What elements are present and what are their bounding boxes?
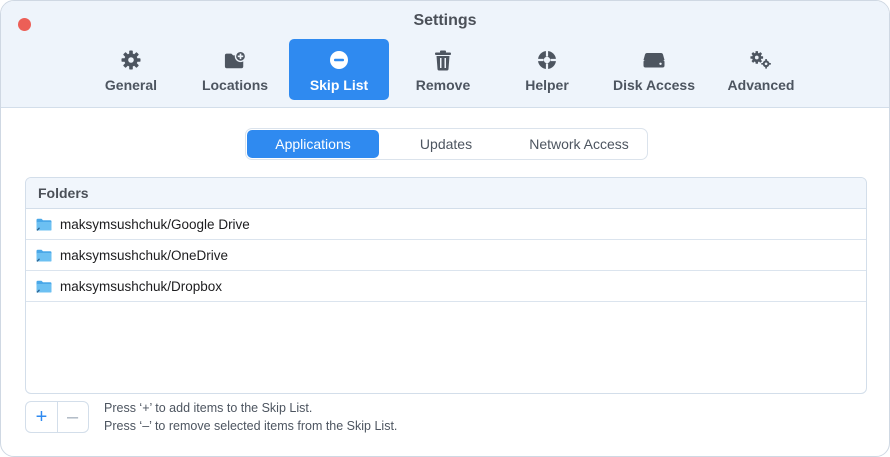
folder-add-icon [224,49,246,71]
table-row[interactable]: maksymsushchuk/OneDrive [26,240,866,271]
folder-icon [36,218,52,231]
toolbar-item-skip-list[interactable]: Skip List [289,39,389,100]
table-row[interactable]: maksymsushchuk/Google Drive [26,209,866,240]
folders-column-header: Folders [26,178,866,209]
gear-icon [120,49,142,71]
toolbar-item-label: Skip List [309,77,369,93]
toolbar-item-advanced[interactable]: Advanced [711,39,811,100]
folder-path: maksymsushchuk/Google Drive [60,216,250,232]
titlebar: Settings General Locations Skip List Rem… [1,1,889,108]
toolbar-item-remove[interactable]: Remove [393,39,493,100]
toolbar-item-label: Remove [415,77,471,93]
add-remove-buttons: + – [25,401,89,433]
settings-window: Settings General Locations Skip List Rem… [0,0,890,457]
table-row[interactable]: maksymsushchuk/Dropbox [26,271,866,302]
toolbar-item-locations[interactable]: Locations [185,39,285,100]
remove-item-button[interactable]: – [57,402,88,432]
skip-list-tabs: Applications Updates Network Access [245,128,648,160]
remove-hint-text: Press ‘–’ to remove selected items from … [104,419,398,433]
trash-icon [432,49,454,71]
folder-icon [36,280,52,293]
toolbar-item-label: Locations [201,77,269,93]
tab-network-access[interactable]: Network Access [513,130,645,158]
toolbar-item-label: Helper [525,77,569,93]
toolbar-item-helper[interactable]: Helper [497,39,597,100]
folder-path: maksymsushchuk/Dropbox [60,278,223,294]
toolbar-item-label: Disk Access [613,77,695,93]
folder-path: maksymsushchuk/OneDrive [60,247,229,263]
disk-icon [643,49,665,71]
tab-updates[interactable]: Updates [381,130,511,158]
toolbar-item-general[interactable]: General [81,39,181,100]
window-title: Settings [413,12,477,29]
minus-circle-icon [328,49,350,71]
gears-icon [750,49,772,71]
folders-table: Folders maksymsushchuk/Google Drive maks… [25,177,867,394]
helper-icon [536,49,558,71]
folder-icon [36,249,52,262]
toolbar-item-disk-access[interactable]: Disk Access [603,39,705,100]
settings-toolbar: General Locations Skip List Remove Helpe… [1,39,889,101]
toolbar-item-label: General [104,77,158,93]
add-hint-text: Press ‘+’ to add items to the Skip List. [104,401,313,415]
add-item-button[interactable]: + [26,402,58,432]
tab-applications[interactable]: Applications [247,130,379,158]
toolbar-item-label: Advanced [727,77,795,93]
